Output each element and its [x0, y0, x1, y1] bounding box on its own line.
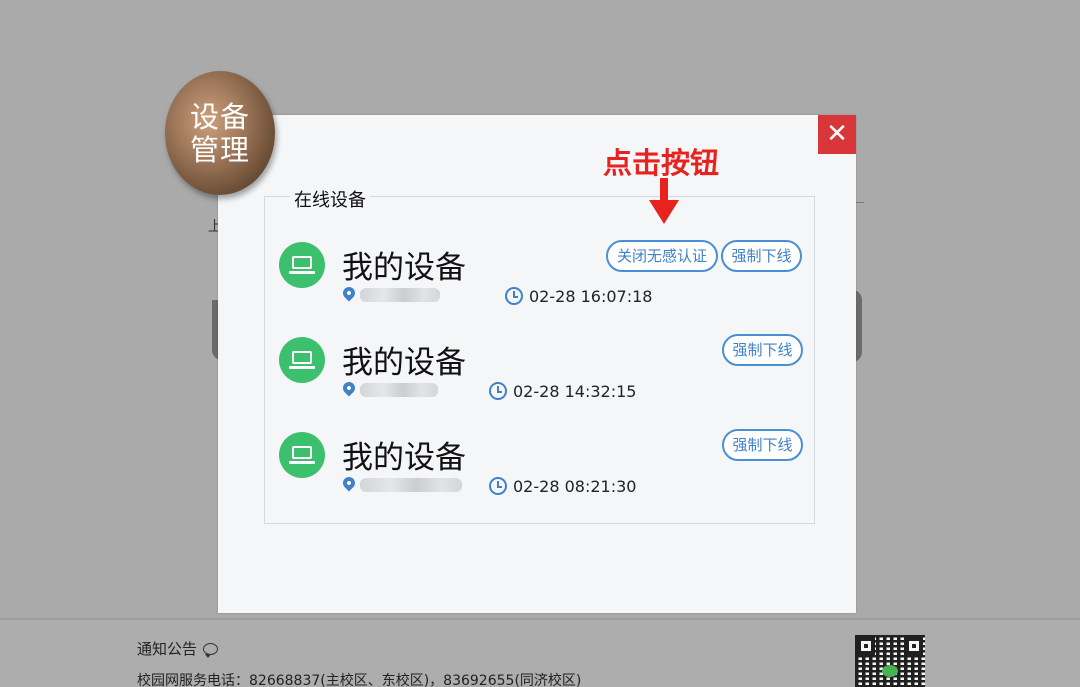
modal-title-badge: 设备 管理 — [165, 71, 275, 195]
login-time: 02-28 14:32:15 — [513, 382, 637, 401]
ip-address-redacted — [360, 478, 462, 492]
laptop-icon — [279, 242, 325, 288]
annotation-arrow-head — [649, 200, 679, 224]
annotation-text: 点击按钮 — [603, 146, 720, 180]
qr-eye — [905, 637, 923, 655]
qr-code — [855, 635, 925, 687]
badge-line-2: 管理 — [189, 133, 250, 167]
wechat-logo — [882, 665, 898, 677]
clock-icon — [489, 382, 507, 400]
login-time: 02-28 16:07:18 — [529, 287, 653, 306]
laptop-icon — [279, 432, 325, 478]
close-icon: ✕ — [826, 119, 848, 149]
notice-label: 通知公告 — [137, 640, 198, 658]
force-offline-button[interactable]: 强制下线 — [722, 334, 803, 366]
badge-line-1: 设备 — [189, 100, 250, 134]
device-name: 我的设备 — [342, 250, 466, 286]
force-offline-button[interactable]: 强制下线 — [721, 240, 802, 272]
annotation-arrow-shaft — [660, 178, 668, 202]
speech-bubble-icon — [203, 642, 219, 658]
device-name: 我的设备 — [342, 440, 466, 476]
background-line — [856, 202, 864, 203]
laptop-icon — [279, 337, 325, 383]
force-offline-button[interactable]: 强制下线 — [722, 429, 803, 461]
section-title: 在线设备 — [290, 186, 370, 212]
qr-eye — [857, 637, 875, 655]
close-button[interactable]: ✕ — [818, 115, 856, 154]
clock-icon — [489, 477, 507, 495]
ip-address-redacted — [360, 288, 440, 302]
login-time: 02-28 08:21:30 — [513, 477, 637, 496]
hotline-text: 校园网服务电话：82668837(主校区、东校区)，83692655(同济校区) — [137, 673, 582, 687]
clock-icon — [505, 287, 523, 305]
notice-link[interactable]: 通知公告 — [137, 638, 219, 659]
device-name: 我的设备 — [342, 345, 466, 381]
disable-seamless-auth-button[interactable]: 关闭无感认证 — [606, 240, 718, 272]
ip-address-redacted — [360, 383, 438, 397]
